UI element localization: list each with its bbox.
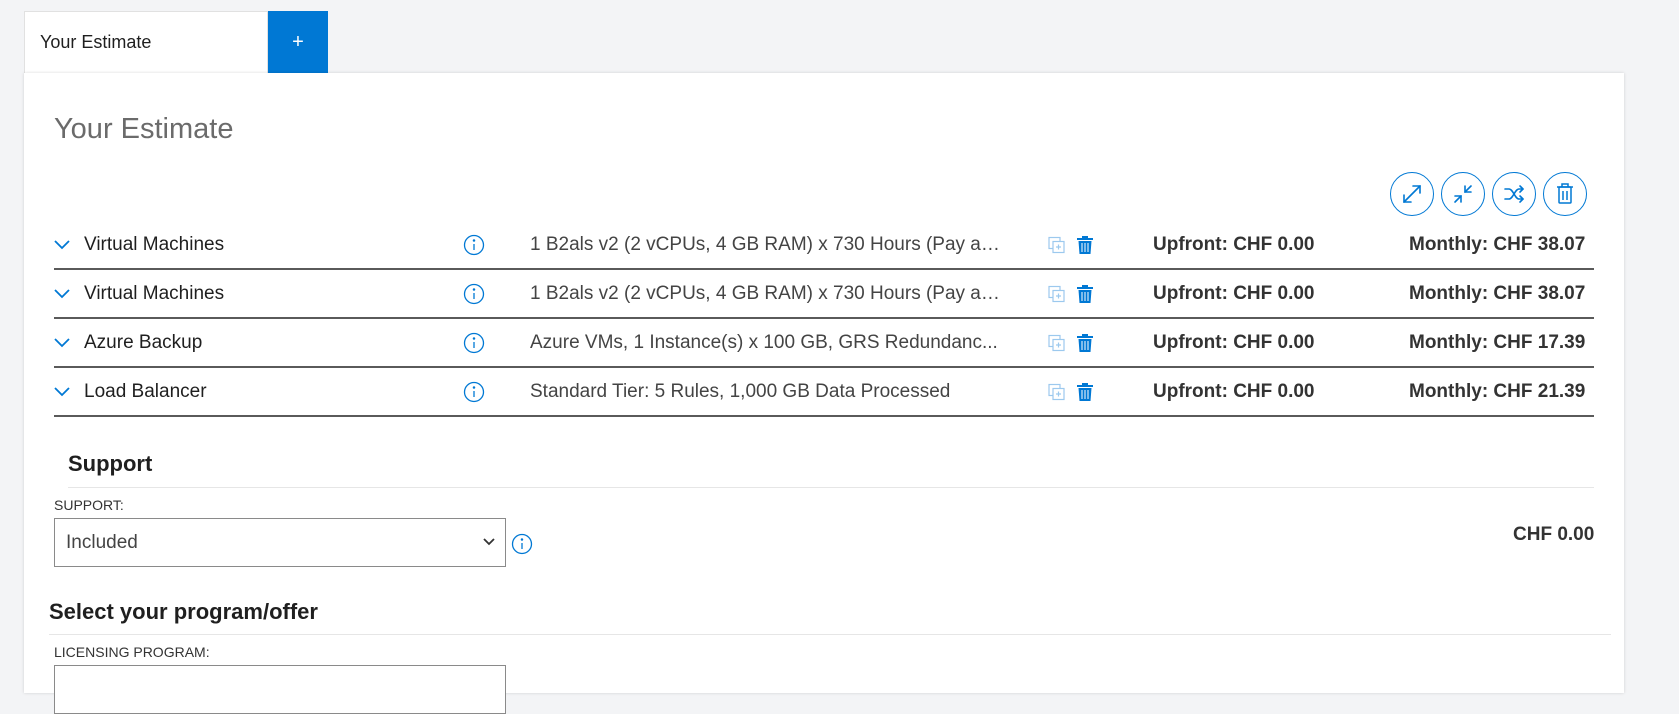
chevron-down-icon: [483, 538, 495, 546]
monthly-cost: Monthly: CHF 17.39: [1409, 331, 1586, 353]
collapse-icon: [1454, 185, 1472, 203]
upfront-cost: Upfront: CHF 0.00: [1153, 380, 1315, 402]
info-icon[interactable]: [463, 332, 485, 354]
chevron-down-icon[interactable]: [54, 288, 70, 299]
delete-all-button[interactable]: [1543, 172, 1587, 216]
estimate-item-row: Virtual Machines 1 B2als v2 (2 vCPUs, 4 …: [54, 221, 1594, 270]
service-name: Virtual Machines: [84, 282, 225, 304]
upfront-cost: Upfront: CHF 0.00: [1153, 331, 1315, 353]
info-icon[interactable]: [463, 283, 485, 305]
delete-icon[interactable]: [1077, 284, 1093, 303]
add-estimate-button[interactable]: +: [268, 11, 328, 73]
estimate-items: Virtual Machines 1 B2als v2 (2 vCPUs, 4 …: [54, 221, 1594, 417]
program-heading: Select your program/offer: [49, 599, 318, 624]
clone-icon[interactable]: [1048, 334, 1065, 351]
chevron-down-icon[interactable]: [54, 337, 70, 348]
info-icon[interactable]: [463, 234, 485, 256]
trash-icon: [1557, 183, 1573, 204]
estimate-item-row: Azure Backup Azure VMs, 1 Instance(s) x …: [54, 319, 1594, 368]
support-label: SUPPORT:: [54, 497, 124, 513]
support-selected-value: Included: [66, 531, 138, 553]
delete-icon[interactable]: [1077, 235, 1093, 254]
estimate-item-row: Virtual Machines 1 B2als v2 (2 vCPUs, 4 …: [54, 270, 1594, 319]
service-name: Load Balancer: [84, 380, 207, 402]
support-select[interactable]: Included: [54, 518, 506, 567]
info-icon[interactable]: [463, 381, 485, 403]
info-icon[interactable]: [511, 533, 533, 555]
upfront-cost: Upfront: CHF 0.00: [1153, 233, 1315, 255]
monthly-cost: Monthly: CHF 38.07: [1409, 233, 1586, 255]
estimate-toolbar: [1390, 172, 1587, 216]
chevron-down-icon[interactable]: [54, 239, 70, 250]
service-name: Azure Backup: [84, 331, 203, 353]
expand-icon: [1403, 185, 1421, 203]
clone-icon[interactable]: [1048, 285, 1065, 302]
service-description: 1 B2als v2 (2 vCPUs, 4 GB RAM) x 730 Hou…: [530, 282, 1000, 304]
licensing-program-label: LICENSING PROGRAM:: [54, 644, 210, 660]
service-description: 1 B2als v2 (2 vCPUs, 4 GB RAM) x 730 Hou…: [530, 233, 1000, 255]
support-total: CHF 0.00: [1513, 524, 1595, 545]
service-name: Virtual Machines: [84, 233, 225, 255]
program-divider: [49, 634, 1611, 635]
licensing-program-select[interactable]: [54, 665, 506, 714]
chevron-down-icon[interactable]: [54, 386, 70, 397]
shuffle-icon: [1504, 185, 1524, 203]
estimate-item-row: Load Balancer Standard Tier: 5 Rules, 1,…: [54, 368, 1594, 417]
support-heading: Support: [68, 451, 153, 476]
estimate-panel: Your Estimate Virtual Machines 1 B2als v…: [24, 73, 1624, 714]
collapse-all-button[interactable]: [1441, 172, 1485, 216]
delete-icon[interactable]: [1077, 382, 1093, 401]
tab-your-estimate[interactable]: Your Estimate: [24, 11, 268, 73]
clone-icon[interactable]: [1048, 383, 1065, 400]
delete-icon[interactable]: [1077, 333, 1093, 352]
clone-icon[interactable]: [1048, 236, 1065, 253]
reorder-button[interactable]: [1492, 172, 1536, 216]
estimate-tabbar: Your Estimate +: [24, 11, 328, 73]
monthly-cost: Monthly: CHF 21.39: [1409, 380, 1586, 402]
service-description: Azure VMs, 1 Instance(s) x 100 GB, GRS R…: [530, 331, 998, 353]
support-divider: [68, 487, 1594, 488]
service-description: Standard Tier: 5 Rules, 1,000 GB Data Pr…: [530, 380, 951, 402]
expand-all-button[interactable]: [1390, 172, 1434, 216]
upfront-cost: Upfront: CHF 0.00: [1153, 282, 1315, 304]
page-title: Your Estimate: [54, 113, 234, 145]
monthly-cost: Monthly: CHF 38.07: [1409, 282, 1586, 304]
